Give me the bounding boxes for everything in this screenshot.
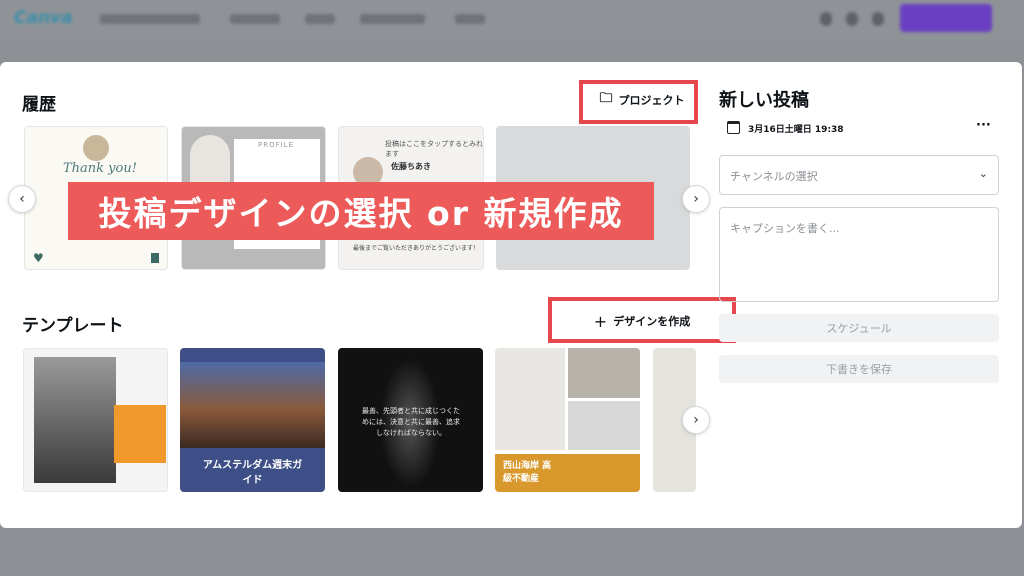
- calendar-icon: [727, 121, 740, 134]
- more-options-icon[interactable]: ···: [976, 118, 991, 133]
- canva-logo[interactable]: Canva: [14, 8, 73, 28]
- background-page: [0, 530, 1024, 576]
- channel-select[interactable]: チャンネルの選択 ⌄: [719, 155, 999, 195]
- nav-item[interactable]: [230, 14, 280, 24]
- template-title: アムステルダム週末ガイド: [202, 460, 303, 486]
- heart-icon: ♥: [33, 251, 44, 265]
- new-post-title: 新しい投稿: [719, 90, 809, 111]
- highlight-box: [548, 297, 736, 343]
- nav-item[interactable]: [360, 14, 425, 24]
- chevron-down-icon: ⌄: [978, 167, 988, 180]
- template-card[interactable]: 西山海岸 高級不動産: [495, 348, 640, 492]
- template-title: 最善、先頭者と共に成じつくためには、決意と共に最善、追求しなければならない。: [362, 407, 460, 438]
- create-design-nav-button[interactable]: [900, 4, 992, 32]
- history-title: 履歴: [22, 95, 56, 115]
- schedule-button[interactable]: スケジュール: [719, 314, 999, 342]
- caption-textarea[interactable]: キャプションを書く...: [719, 207, 999, 302]
- card-name: 佐藤ちあき: [391, 162, 431, 171]
- top-navigation-bar: Canva: [0, 0, 1024, 40]
- history-next-arrow-icon[interactable]: ›: [682, 185, 710, 213]
- template-card[interactable]: [23, 348, 168, 492]
- templates-next-arrow-icon[interactable]: ›: [682, 406, 710, 434]
- post-datetime[interactable]: 3月16日土曜日 19:38: [748, 122, 844, 135]
- templates-title: テンプレート: [22, 316, 124, 336]
- settings-icon[interactable]: [846, 12, 858, 26]
- card-footer: 最後までご覧いただきありがとうございます！: [353, 245, 480, 252]
- template-card[interactable]: 最善、先頭者と共に成じつくためには、決意と共に最善、追求しなければならない。: [338, 348, 483, 492]
- caption-placeholder: キャプションを書く...: [730, 222, 840, 235]
- template-card[interactable]: アムステルダム週末ガイド: [180, 348, 325, 492]
- card-heading: 投稿はここをタップするとみれます: [385, 140, 483, 158]
- template-title: 西山海岸 高級不動産: [503, 461, 552, 484]
- nav-item[interactable]: [100, 14, 200, 24]
- highlight-box: [579, 80, 698, 124]
- channel-placeholder: チャンネルの選択: [730, 170, 818, 183]
- history-prev-arrow-icon[interactable]: ‹: [8, 185, 36, 213]
- card-heading: Thank you!: [63, 161, 137, 176]
- nav-item[interactable]: [305, 14, 335, 24]
- annotation-banner: 投稿デザインの選択 or 新規作成: [68, 182, 654, 240]
- monitor-icon[interactable]: [820, 12, 832, 26]
- nav-item[interactable]: [455, 14, 485, 24]
- card-heading: PROFILE: [258, 141, 295, 149]
- bell-icon[interactable]: [872, 12, 884, 26]
- save-draft-button[interactable]: 下書きを保存: [719, 355, 999, 383]
- bookmark-icon: [151, 253, 159, 263]
